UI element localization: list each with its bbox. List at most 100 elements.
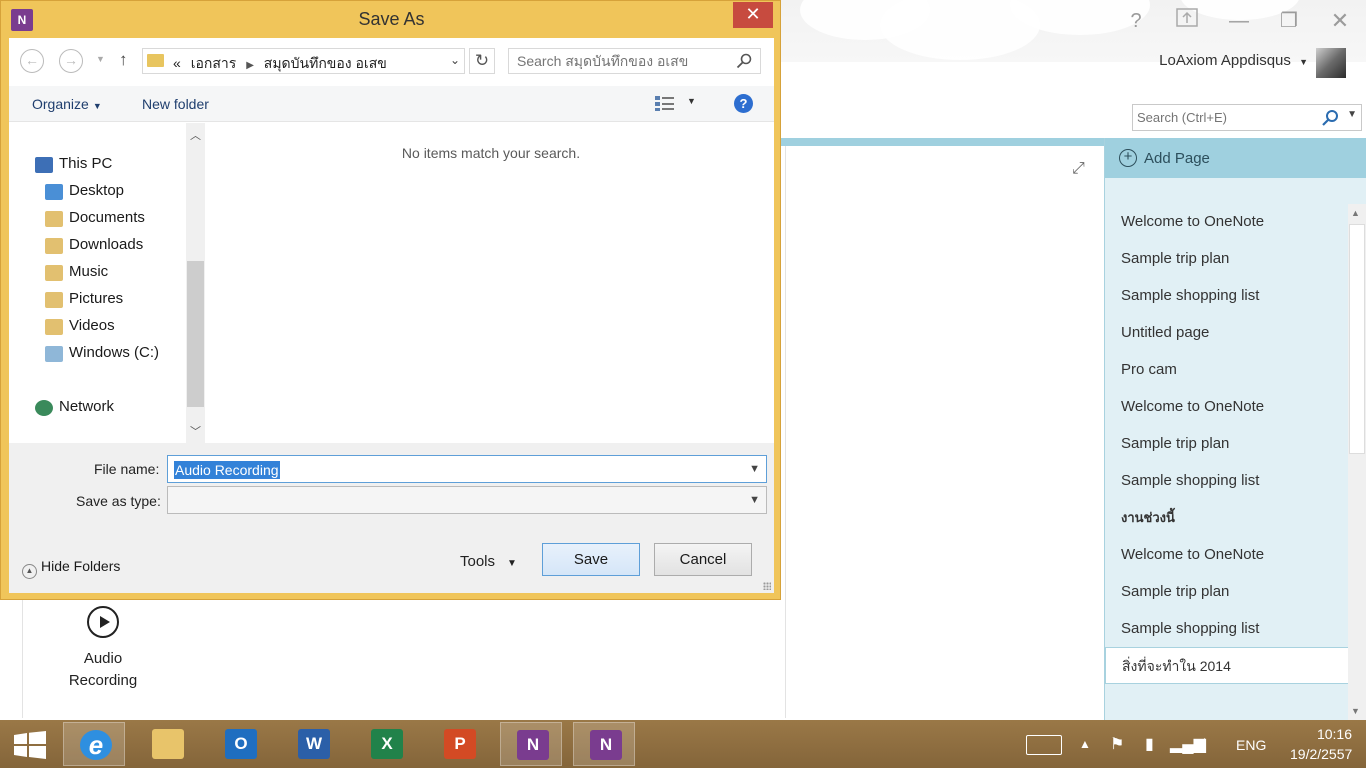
back-arrow-icon[interactable]: ← (20, 49, 44, 73)
nav-item[interactable]: Music (69, 263, 108, 280)
forward-arrow-icon[interactable]: → (59, 49, 83, 73)
page-list-item[interactable]: Welcome to OneNote (1105, 203, 1349, 240)
show-hidden-icons-icon[interactable]: ▲ (1079, 737, 1091, 751)
save-button[interactable]: Save (542, 543, 640, 576)
nav-item[interactable]: This PC (59, 155, 112, 172)
chevron-down-icon[interactable]: ▼ (1347, 109, 1357, 120)
page-list-scrollbar[interactable]: ▲ ▼ (1348, 204, 1366, 720)
page-list-item[interactable]: Welcome to OneNote (1105, 536, 1349, 573)
taskbar-app-word[interactable]: W (282, 722, 344, 766)
chevron-right-icon[interactable]: ▶ (246, 60, 254, 71)
page-list-item[interactable]: Welcome to OneNote (1105, 388, 1349, 425)
action-center-flag-icon[interactable]: ⚑ (1110, 734, 1124, 754)
taskbar-app-powerpoint[interactable]: P (428, 722, 490, 766)
taskbar-app-file-explorer[interactable] (136, 722, 198, 766)
play-icon[interactable] (87, 606, 119, 638)
folder-search-box[interactable] (508, 48, 761, 74)
nav-item[interactable]: Videos (69, 317, 115, 334)
navigation-scrollbar[interactable]: ︿ ﹀ (186, 123, 205, 443)
nav-item[interactable]: Desktop (69, 182, 124, 199)
user-name: LoAxiom Appdisqus (1159, 52, 1291, 69)
nav-item[interactable]: Windows (C:) (69, 344, 159, 361)
breadcrumb-item[interactable]: เอกสาร (191, 55, 237, 71)
breadcrumb-overflow[interactable]: « (173, 55, 181, 71)
scroll-down-icon[interactable]: ▼ (1351, 706, 1360, 716)
nav-item[interactable]: Downloads (69, 236, 143, 253)
taskbar-app-onenote[interactable]: N (500, 722, 562, 766)
scroll-thumb[interactable] (187, 261, 204, 407)
page-list-item[interactable]: Sample shopping list (1105, 462, 1349, 499)
add-page-label: Add Page (1144, 150, 1210, 167)
page-list-item[interactable]: Sample trip plan (1105, 240, 1349, 277)
scroll-thumb[interactable] (1349, 224, 1365, 454)
battery-icon[interactable]: ▮ (1145, 734, 1154, 754)
clock-time[interactable]: 10:16 (1298, 726, 1352, 742)
taskbar-app-excel[interactable]: X (355, 722, 417, 766)
restore-icon[interactable]: ❐ (1274, 8, 1304, 34)
cancel-button[interactable]: Cancel (654, 543, 752, 576)
page-list-item[interactable]: Sample shopping list (1105, 277, 1349, 314)
user-account-menu[interactable]: LoAxiom Appdisqus ▼ (1159, 52, 1308, 69)
close-icon[interactable]: ✕ (1325, 8, 1355, 34)
save-as-type-label: Save as type: (76, 493, 161, 509)
close-button[interactable]: ✕ (733, 2, 773, 28)
up-arrow-icon[interactable]: ↑ (119, 50, 128, 70)
taskbar-app-outlook[interactable]: O (209, 722, 271, 766)
organize-button[interactable]: Organize ▼ (32, 96, 102, 112)
scroll-down-icon[interactable]: ﹀ (190, 423, 201, 439)
nav-item[interactable]: Network (59, 398, 114, 415)
address-bar[interactable]: « เอกสาร ▶ สมุดบันทึกของ อเสข ⌄ (142, 48, 465, 74)
page-list-item[interactable]: สิ่งที่จะทำใน 2014 (1105, 647, 1349, 684)
audio-recording-attachment[interactable]: Audio Recording (62, 606, 144, 692)
search-icon[interactable] (1321, 109, 1339, 127)
expand-icon[interactable]: ⤢ (1072, 160, 1090, 178)
chevron-down-icon[interactable]: ▼ (749, 494, 760, 506)
computer-icon (35, 157, 53, 173)
windows-start-icon[interactable] (14, 731, 46, 759)
change-view-button[interactable]: ▼ (655, 94, 699, 114)
plus-circle-icon: + (1119, 149, 1137, 167)
nav-item[interactable]: Documents (69, 209, 145, 226)
chevron-down-icon[interactable]: ▼ (749, 463, 760, 475)
tools-button[interactable]: Tools ▼ (460, 553, 517, 570)
chevron-down-icon[interactable]: ⌄ (450, 53, 460, 67)
hide-folders-button[interactable]: ▲ Hide Folders (22, 558, 120, 579)
language-indicator[interactable]: ENG (1236, 737, 1266, 753)
breadcrumb-item[interactable]: สมุดบันทึกของ อเสข (264, 55, 387, 71)
search-icon[interactable] (736, 53, 752, 69)
fullscreen-icon[interactable] (1172, 8, 1202, 34)
taskbar-app-onenote-clipping[interactable]: N (573, 722, 635, 766)
resize-grip-icon[interactable] (763, 582, 771, 590)
refresh-icon[interactable]: ↻ (469, 48, 495, 74)
avatar[interactable] (1316, 48, 1346, 78)
scroll-up-icon[interactable]: ︿ (190, 127, 201, 143)
taskbar-app-ie[interactable]: e (63, 722, 125, 766)
folder-search-input[interactable] (517, 53, 727, 69)
touch-keyboard-icon[interactable] (1026, 735, 1062, 755)
file-list-pane[interactable]: No items match your search. (206, 123, 774, 443)
page-list-item[interactable]: Sample shopping list (1105, 610, 1349, 647)
page-list-item[interactable]: Sample trip plan (1105, 425, 1349, 462)
save-as-type-select[interactable]: ▼ (167, 486, 767, 514)
search-box[interactable]: ▼ (1132, 104, 1362, 131)
recent-locations-chevron-icon[interactable]: ▼ (96, 54, 105, 64)
powerpoint-icon: P (444, 729, 476, 759)
help-icon[interactable]: ? (1121, 8, 1151, 34)
page-list-item[interactable]: Sample trip plan (1105, 573, 1349, 610)
minimize-icon[interactable]: — (1224, 8, 1254, 34)
nav-item[interactable]: Pictures (69, 290, 123, 307)
add-page-button[interactable]: + Add Page (1105, 138, 1366, 178)
page-list-item[interactable]: Untitled page (1105, 314, 1349, 351)
save-as-dialog: N Save As ✕ ← → ▼ ↑ « เอกสาร ▶ สมุดบันทึ… (0, 0, 781, 600)
file-name-field[interactable]: Audio Recording ▼ (167, 455, 767, 483)
search-input[interactable] (1137, 110, 1317, 125)
help-icon[interactable]: ? (734, 94, 753, 113)
new-folder-button[interactable]: New folder (142, 96, 209, 112)
clock-date[interactable]: 19/2/2557 (1290, 746, 1352, 762)
page-list-item[interactable]: งานช่วงนี้ (1105, 499, 1349, 536)
page-list-item[interactable]: Pro cam (1105, 351, 1349, 388)
file-name-value[interactable]: Audio Recording (174, 461, 280, 479)
volume-icon[interactable]: 🔈︎ (1200, 734, 1210, 752)
onenote-icon: N (517, 730, 549, 760)
scroll-up-icon[interactable]: ▲ (1351, 208, 1360, 218)
